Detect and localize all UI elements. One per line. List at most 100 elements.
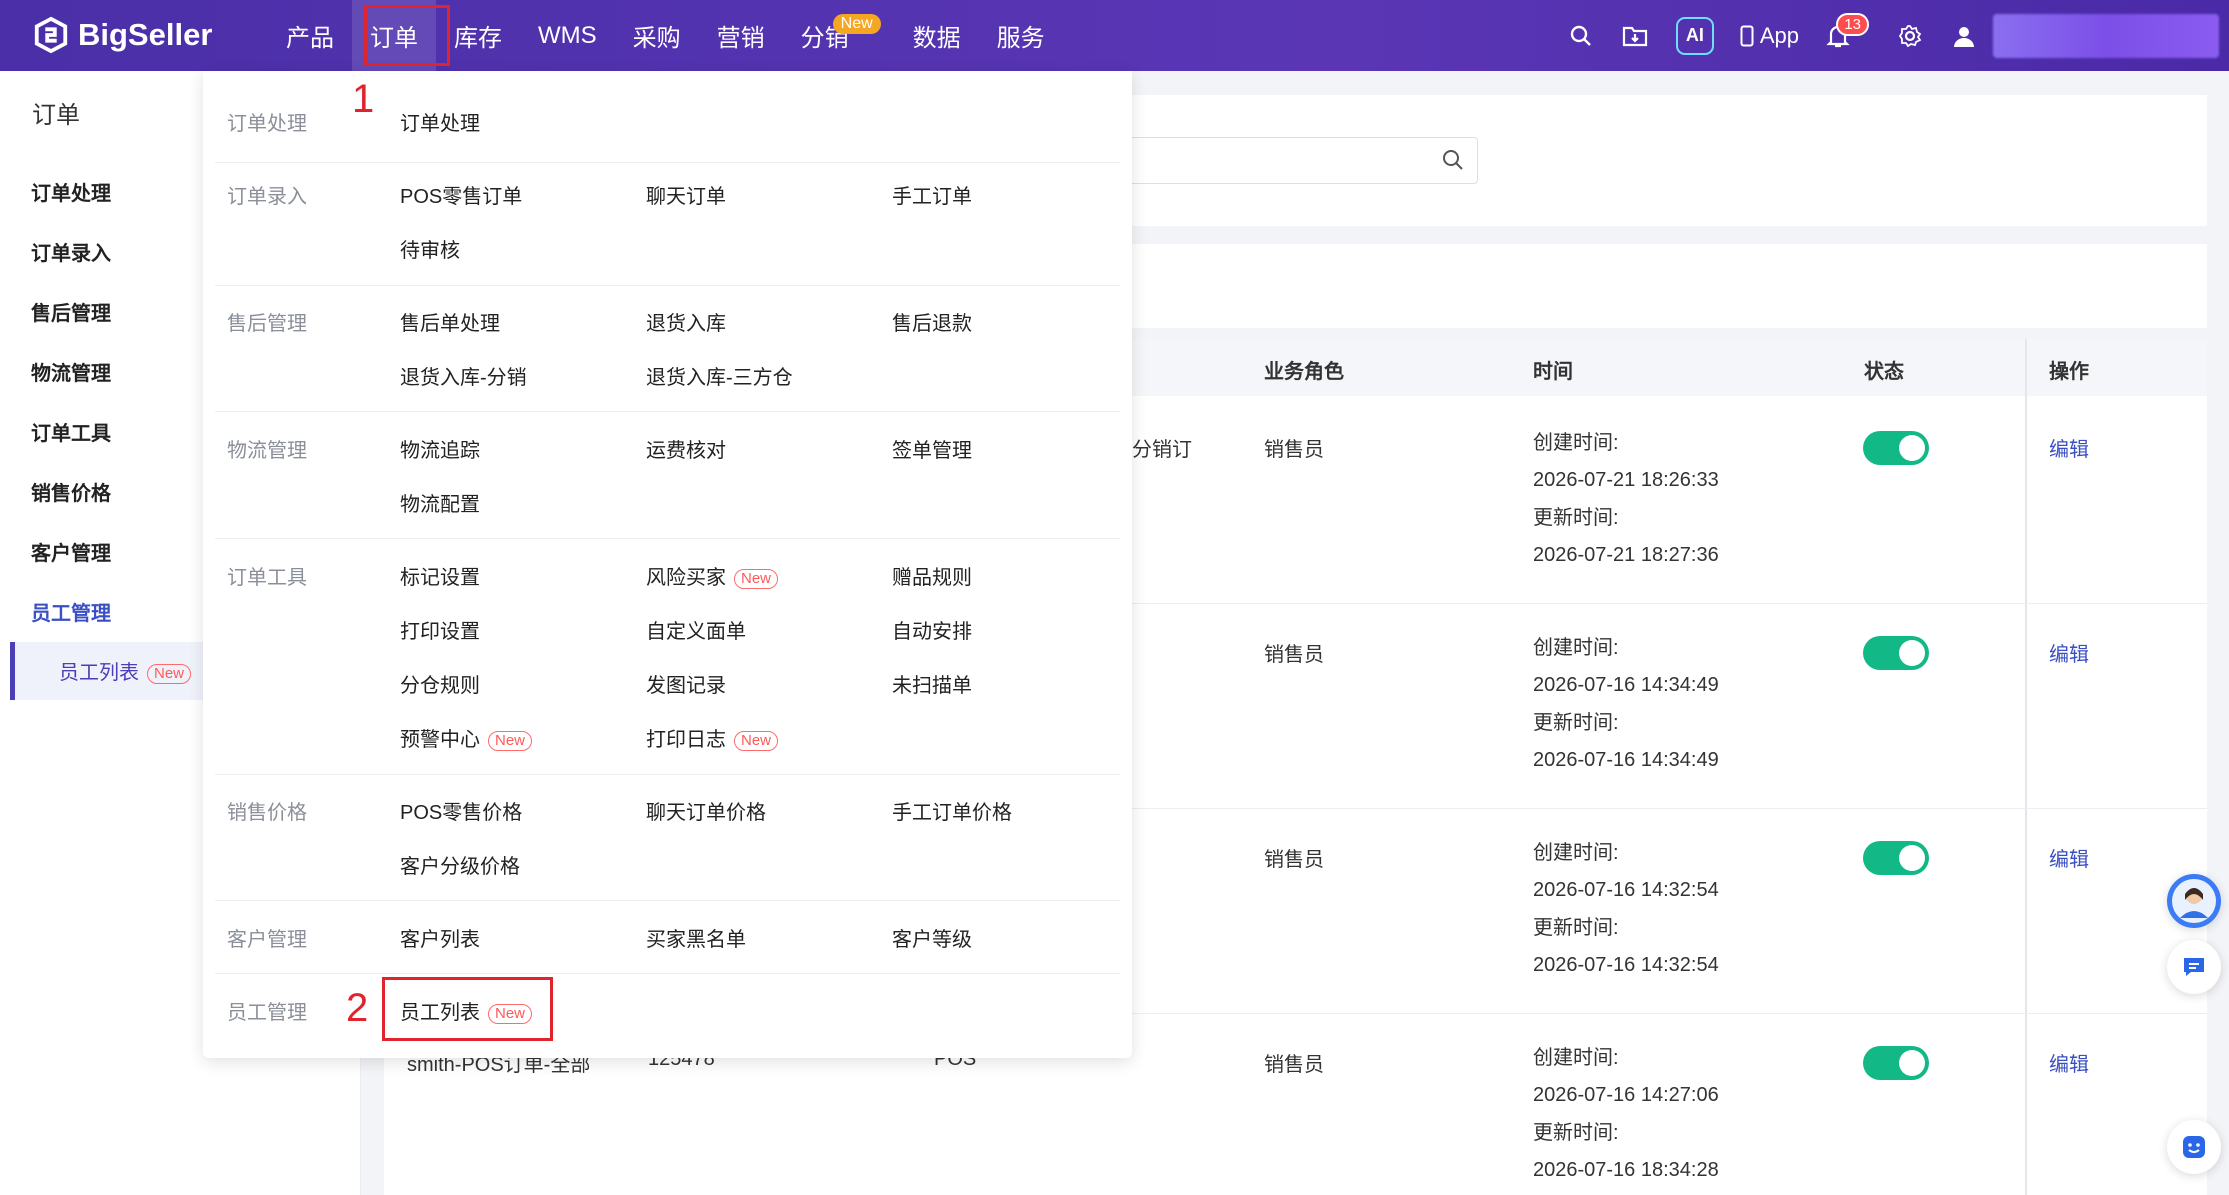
- menu-item[interactable]: 售后退款: [892, 307, 972, 336]
- edit-link[interactable]: 编辑: [2049, 433, 2089, 462]
- status-toggle[interactable]: [1863, 1046, 1929, 1080]
- menu-item-label: 预警中心: [400, 729, 480, 751]
- menu-item[interactable]: 订单处理: [400, 107, 480, 136]
- edit-link[interactable]: 编辑: [2049, 638, 2089, 667]
- table-cell-role: 销售员: [1264, 644, 1324, 666]
- menu-item[interactable]: 打印日志 New: [646, 723, 779, 752]
- edit-link[interactable]: 编辑: [2049, 843, 2089, 872]
- bigseller-logo[interactable]: BigSeller: [32, 14, 212, 56]
- ai-button[interactable]: AI: [1675, 16, 1714, 55]
- header-tools: AI App 13: [1554, 0, 2229, 71]
- sidebar-item-order-entry[interactable]: 订单录入: [31, 237, 111, 266]
- menu-item[interactable]: 客户列表: [400, 923, 480, 952]
- menu-item[interactable]: 预警中心 New: [400, 723, 533, 752]
- updated-label: 更新时间:: [1533, 712, 1619, 734]
- menu-item[interactable]: 赠品规则: [892, 561, 972, 590]
- chat-icon: [2184, 958, 2204, 976]
- logo-text: BigSeller: [78, 17, 213, 52]
- new-tag: New: [734, 568, 779, 589]
- phone-icon: [1740, 25, 1754, 46]
- menu-item[interactable]: 未扫描单: [892, 669, 972, 698]
- orders-dropdown-menu: 订单处理 订单处理 订单录入 POS零售订单 聊天订单 手工订单 待审核 售后管…: [203, 71, 1132, 1058]
- menu-item[interactable]: 物流追踪: [400, 434, 480, 463]
- menu-item[interactable]: 签单管理: [892, 434, 972, 463]
- updated-time: 2026-07-16 14:32:54: [1533, 954, 1719, 976]
- user-icon[interactable]: [1949, 21, 1979, 51]
- nav-distribution[interactable]: 分销 New: [783, 0, 881, 71]
- sidebar-item-staff[interactable]: 员工管理: [31, 597, 111, 626]
- table-cell-time: 创建时间: 2026-07-16 14:34:49 更新时间: 2026-07-…: [1533, 630, 1719, 779]
- menu-item[interactable]: 手工订单: [892, 180, 972, 209]
- menu-item[interactable]: 客户等级: [892, 923, 972, 952]
- sidebar-item-order-processing[interactable]: 订单处理: [31, 177, 111, 206]
- menu-item[interactable]: POS零售订单: [400, 180, 522, 209]
- table-cell-time: 创建时间: 2026-07-21 18:26:33 更新时间: 2026-07-…: [1533, 425, 1719, 574]
- bell-icon[interactable]: 13: [1823, 12, 1869, 51]
- nav-label: 数据: [912, 25, 961, 52]
- folder-download-icon[interactable]: [1620, 21, 1650, 51]
- search-input[interactable]: [1100, 137, 1478, 184]
- menu-category-label: 员工管理: [227, 1002, 307, 1024]
- menu-category-label: 订单录入: [227, 186, 307, 208]
- edit-link[interactable]: 编辑: [2049, 1048, 2089, 1077]
- nav-purchase[interactable]: 采购: [615, 0, 699, 71]
- nav-service[interactable]: 服务: [979, 0, 1063, 71]
- search-icon[interactable]: [1566, 21, 1596, 51]
- staff-list-label: 员工列表: [59, 662, 139, 684]
- status-toggle[interactable]: [1863, 431, 1929, 465]
- menu-item[interactable]: 自定义面单: [646, 615, 746, 644]
- menu-item[interactable]: 风险买家 New: [646, 561, 779, 590]
- nav-product[interactable]: 产品: [268, 0, 352, 71]
- menu-item[interactable]: 退货入库-分销: [400, 361, 527, 390]
- column-header-action: 操作: [2049, 361, 2089, 383]
- user-name-blurred[interactable]: [1993, 13, 2219, 58]
- menu-item[interactable]: 手工订单价格: [892, 796, 1012, 825]
- menu-item-label: 风险买家: [646, 567, 726, 589]
- menu-item[interactable]: 标记设置: [400, 561, 480, 590]
- app-download-link[interactable]: App: [1740, 23, 1799, 49]
- created-label: 创建时间:: [1533, 432, 1619, 454]
- menu-category-label: 销售价格: [227, 802, 307, 824]
- menu-item[interactable]: 买家黑名单: [646, 923, 746, 952]
- menu-item[interactable]: 退货入库: [646, 307, 726, 336]
- menu-item[interactable]: 分仓规则: [400, 669, 480, 698]
- menu-item[interactable]: 自动安排: [892, 615, 972, 644]
- created-time: 2026-07-16 14:34:49: [1533, 674, 1719, 696]
- sidebar-item-sales-price[interactable]: 销售价格: [31, 477, 111, 506]
- menu-item[interactable]: 打印设置: [400, 615, 480, 644]
- menu-item[interactable]: 聊天订单价格: [646, 796, 766, 825]
- table-cell-time: 创建时间: 2026-07-16 14:32:54 更新时间: 2026-07-…: [1533, 835, 1719, 984]
- menu-item[interactable]: 待审核: [400, 234, 460, 263]
- menu-divider: [215, 973, 1120, 974]
- notification-count: 13: [1836, 12, 1869, 36]
- menu-item[interactable]: 运费核对: [646, 434, 726, 463]
- sidebar-item-after-sales[interactable]: 售后管理: [31, 297, 111, 326]
- menu-item[interactable]: 售后单处理: [400, 307, 500, 336]
- nav-data[interactable]: 数据: [895, 0, 979, 71]
- updated-time: 2026-07-21 18:27:36: [1533, 544, 1719, 566]
- menu-item[interactable]: POS零售价格: [400, 796, 522, 825]
- menu-item[interactable]: 物流配置: [400, 488, 480, 517]
- menu-item[interactable]: 聊天订单: [646, 180, 726, 209]
- new-badge: New: [832, 14, 881, 34]
- status-toggle[interactable]: [1863, 636, 1929, 670]
- feedback-button[interactable]: [2167, 1120, 2221, 1174]
- menu-item[interactable]: 客户分级价格: [400, 850, 520, 879]
- status-toggle[interactable]: [1863, 841, 1929, 875]
- sidebar-item-logistics[interactable]: 物流管理: [31, 357, 111, 386]
- menu-divider: [215, 900, 1120, 901]
- sidebar-item-order-tools[interactable]: 订单工具: [31, 417, 111, 446]
- menu-category-label: 物流管理: [227, 440, 307, 462]
- menu-category-label: 售后管理: [227, 313, 307, 335]
- settings-icon[interactable]: [1895, 21, 1925, 51]
- nav-marketing[interactable]: 营销: [699, 0, 783, 71]
- menu-item[interactable]: 退货入库-三方仓: [646, 361, 793, 390]
- menu-item[interactable]: 发图记录: [646, 669, 726, 698]
- customer-service-avatar[interactable]: [2167, 874, 2221, 928]
- chat-button[interactable]: [2167, 940, 2221, 994]
- nav-wms[interactable]: WMS: [520, 0, 615, 71]
- sidebar-item-customers[interactable]: 客户管理: [31, 537, 111, 566]
- search-icon[interactable]: [1441, 148, 1465, 172]
- table-cell-partial: 分销订: [1132, 439, 1192, 461]
- bigseller-logo-icon: [34, 16, 68, 54]
